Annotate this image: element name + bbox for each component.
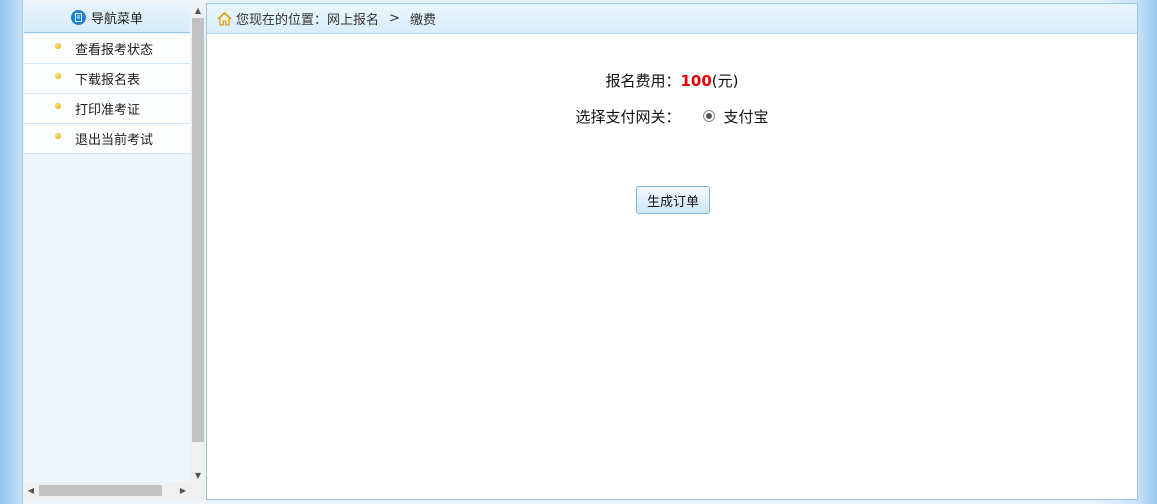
sidebar-item-label[interactable]: 打印准考证	[75, 99, 140, 118]
nav-menu: 查看报考状态 下载报名表 打印准考证 退出当前考试	[24, 34, 190, 154]
breadcrumb-prefix: 您现在的位置：	[236, 13, 328, 28]
horizontal-scrollbar[interactable]: ◀ ▶	[24, 482, 206, 499]
bullet-icon	[55, 43, 61, 49]
alipay-radio[interactable]	[702, 109, 715, 122]
fee-amount: 100	[680, 72, 712, 90]
gateway-row: 选择支付网关： 支付宝	[207, 106, 1137, 127]
sidebar-item-exam-status[interactable]: 查看报考状态	[24, 34, 190, 64]
fee-row: 报名费用：100(元)	[207, 70, 1137, 91]
fee-label: 报名费用：	[605, 72, 681, 90]
menu-title: 导航菜单	[90, 12, 143, 27]
sidebar-item-label[interactable]: 退出当前考试	[75, 129, 153, 148]
sidebar-item-exit-exam[interactable]: 退出当前考试	[24, 124, 190, 154]
home-icon	[217, 11, 232, 26]
breadcrumb-separator: >	[389, 11, 400, 26]
list-icon	[70, 10, 86, 25]
breadcrumb-path: 网上报名	[327, 13, 380, 28]
scroll-left-icon[interactable]: ◀	[24, 482, 38, 499]
sidebar: 导航菜单 查看报考状态 下载报名表 打印准考证 退出当前考试 ▲ ▼ ◀ ▶	[22, 0, 206, 504]
sidebar-item-label[interactable]: 查看报考状态	[75, 39, 153, 58]
generate-order-button[interactable]: 生成订单	[636, 186, 710, 214]
bullet-icon	[55, 73, 61, 79]
gateway-option-label[interactable]: 支付宝	[724, 106, 769, 127]
sidebar-item-download-form[interactable]: 下载报名表	[24, 64, 190, 94]
gateway-label: 选择支付网关：	[575, 108, 681, 126]
horizontal-scroll-thumb[interactable]	[39, 485, 162, 496]
bullet-icon	[55, 103, 61, 109]
radio-selected-dot	[705, 112, 712, 119]
vertical-scrollbar[interactable]: ▲ ▼	[190, 3, 206, 482]
breadcrumb-current: 缴费	[409, 13, 436, 28]
sidebar-item-print-ticket[interactable]: 打印准考证	[24, 94, 190, 124]
fee-unit: (元)	[711, 72, 739, 90]
scroll-down-icon[interactable]: ▼	[190, 468, 206, 482]
breadcrumb: 您现在的位置： 网上报名 > 缴费	[207, 4, 1137, 34]
sidebar-item-label[interactable]: 下载报名表	[75, 69, 140, 88]
bullet-icon	[55, 133, 61, 139]
scroll-right-icon[interactable]: ▶	[176, 482, 190, 499]
menu-header: 导航菜单	[24, 3, 190, 33]
scroll-up-icon[interactable]: ▲	[190, 3, 206, 17]
vertical-scroll-thumb[interactable]	[192, 18, 204, 442]
main-panel: 您现在的位置： 网上报名 > 缴费 报名费用：100(元) 选择支付网关： 支付…	[206, 3, 1138, 500]
